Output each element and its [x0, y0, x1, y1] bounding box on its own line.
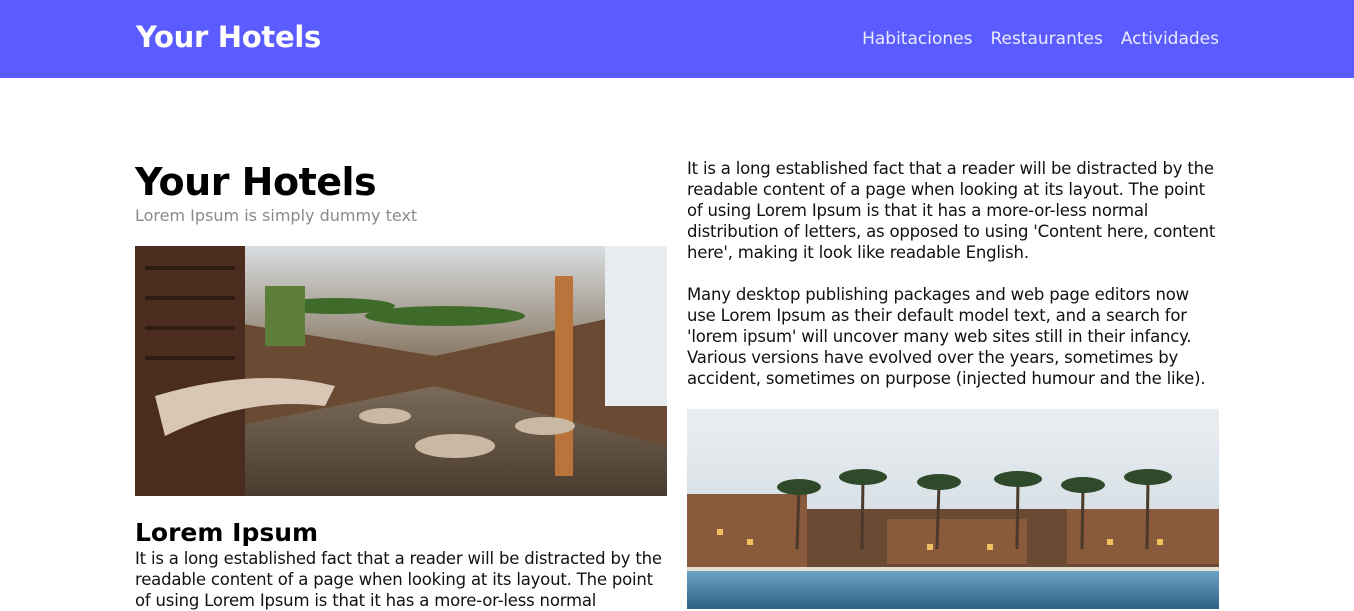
page-title: Your Hotels [135, 160, 377, 204]
section-title: Lorem Ipsum [135, 518, 319, 547]
right-column: It is a long established fact that a rea… [687, 158, 1219, 609]
restaurant-photo [135, 246, 667, 496]
main-nav: Habitaciones Restaurantes Actividades [862, 29, 1219, 49]
navbar: Your Hotels Habitaciones Restaurantes Ac… [0, 0, 1354, 78]
page-subtitle: Lorem Ipsum is simply dummy text [135, 206, 418, 225]
brand-logo-link[interactable]: Your Hotels [136, 20, 321, 54]
intro-paragraph: It is a long established fact that a rea… [687, 159, 1216, 262]
second-paragraph: Many desktop publishing packages and web… [687, 285, 1206, 388]
nav-link-restaurantes[interactable]: Restaurantes [990, 29, 1102, 49]
nav-link-actividades[interactable]: Actividades [1121, 29, 1219, 49]
resort-pool-photo [687, 409, 1219, 609]
section-text: It is a long established fact that a rea… [135, 549, 662, 610]
left-column: Your Hotels Lorem Ipsum is simply dummy … [135, 158, 667, 611]
nav-link-habitaciones[interactable]: Habitaciones [862, 29, 972, 49]
